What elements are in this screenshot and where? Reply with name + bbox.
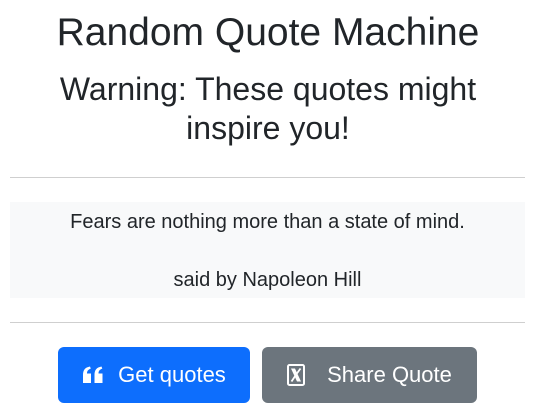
quote-author: said by Napoleon Hill bbox=[173, 269, 362, 291]
get-quotes-label: Get quotes bbox=[118, 362, 226, 387]
quote-text: Fears are nothing more than a state of m… bbox=[70, 211, 465, 233]
quote-machine-page: Random Quote Machine Warning: These quot… bbox=[0, 0, 541, 417]
x-twitter-icon bbox=[287, 364, 306, 386]
share-quote-label: Share Quote bbox=[327, 362, 452, 387]
bottom-divider bbox=[10, 322, 525, 323]
quote-left-icon bbox=[82, 366, 104, 384]
share-quote-button[interactable]: Share Quote bbox=[262, 347, 477, 403]
get-quotes-button[interactable]: Get quotes bbox=[58, 347, 250, 403]
quote-card: Fears are nothing more than a state of m… bbox=[10, 202, 525, 298]
top-divider bbox=[10, 177, 525, 178]
page-title: Random Quote Machine bbox=[56, 11, 480, 54]
page-subtitle: Warning: These quotes might inspire you! bbox=[59, 71, 477, 146]
